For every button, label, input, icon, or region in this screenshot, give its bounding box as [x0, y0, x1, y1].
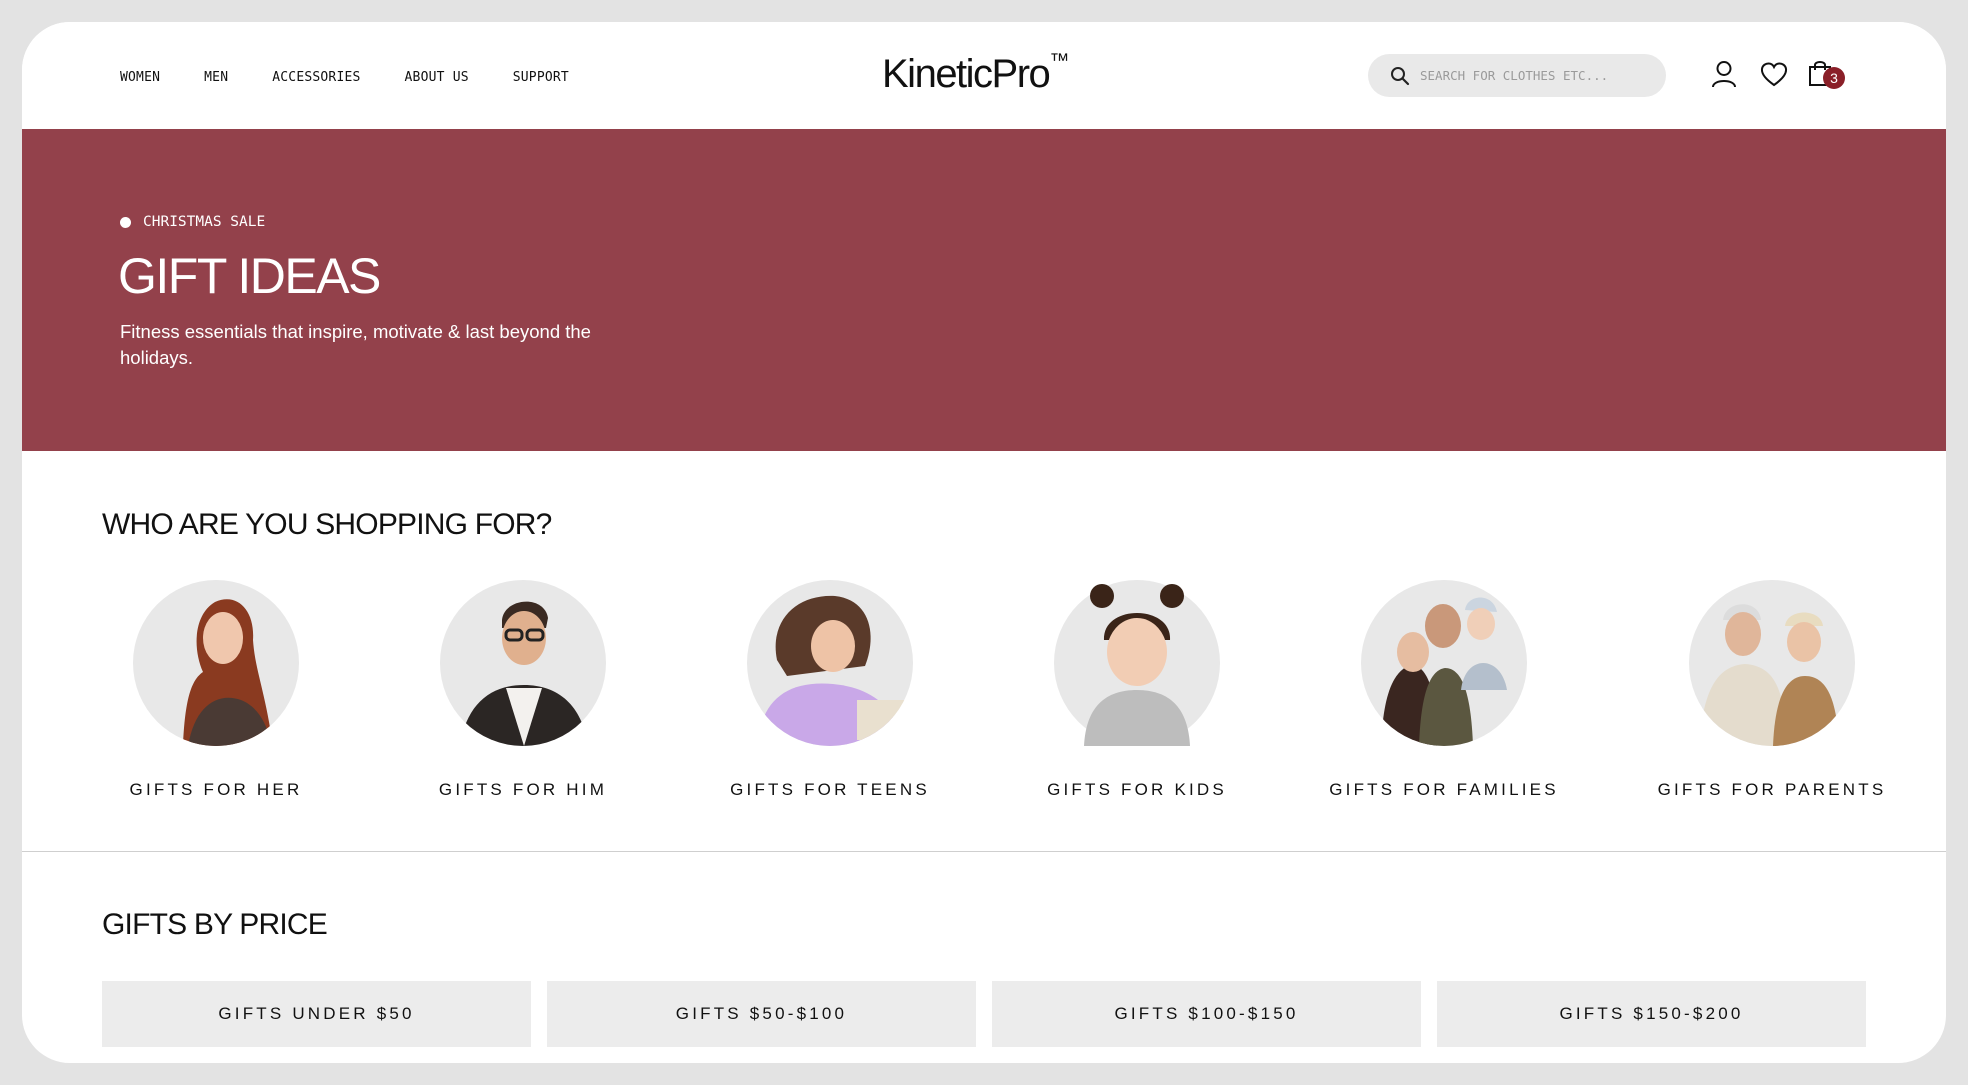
category-photo — [1054, 580, 1220, 746]
search-bar — [1368, 54, 1666, 97]
category-list: GIFTS FOR HER GIFTS FOR HIM GIFTS FOR TE… — [22, 580, 1946, 820]
by-price-heading: GIFTS BY PRICE — [102, 908, 328, 941]
category-label: GIFTS FOR HIM — [438, 780, 608, 799]
search-icon — [1391, 66, 1410, 85]
brand-logo[interactable]: KineticPro™ — [882, 50, 1070, 97]
account-icon[interactable] — [1711, 60, 1737, 88]
heart-icon[interactable] — [1760, 62, 1788, 87]
price-50-100-button[interactable]: GIFTS $50-$100 — [547, 981, 976, 1047]
nav-women[interactable]: WOMEN — [120, 70, 160, 85]
price-150-200-button[interactable]: GIFTS $150-$200 — [1437, 981, 1866, 1047]
category-label: GIFTS FOR HER — [129, 780, 303, 799]
category-gifts-for-kids[interactable]: GIFTS FOR KIDS — [1007, 580, 1267, 800]
category-gifts-for-her[interactable]: GIFTS FOR HER — [86, 580, 346, 800]
category-photo — [747, 580, 913, 746]
category-photo — [133, 580, 299, 746]
nav-men[interactable]: MEN — [204, 70, 228, 85]
hero-subtitle: Fitness essentials that inspire, motivat… — [120, 321, 591, 368]
page-frame: WOMEN MEN ACCESSORIES ABOUT US SUPPORT K… — [22, 22, 1946, 1063]
nav-accessories[interactable]: ACCESSORIES — [272, 70, 360, 85]
category-photo — [440, 580, 606, 746]
category-label: GIFTS FOR TEENS — [730, 780, 930, 799]
category-gifts-for-families[interactable]: GIFTS FOR FAMILIES — [1314, 580, 1574, 800]
category-photo — [1361, 580, 1527, 746]
category-gifts-for-him[interactable]: GIFTS FOR HIM — [393, 580, 653, 800]
site-header: WOMEN MEN ACCESSORIES ABOUT US SUPPORT K… — [22, 22, 1946, 129]
search-input[interactable] — [1418, 67, 1652, 84]
category-gifts-for-parents[interactable]: GIFTS FOR PARENTS — [1642, 580, 1902, 800]
shopping-for-heading: WHO ARE YOU SHOPPING FOR? — [102, 508, 552, 541]
hero-banner: CHRISTMAS SALE GIFT IDEAS Fitness essent… — [22, 129, 1946, 451]
hero-eyebrow: CHRISTMAS SALE — [120, 214, 265, 230]
nav-support[interactable]: SUPPORT — [513, 70, 569, 85]
logo-text: KineticPro — [882, 52, 1051, 96]
nav-about-us[interactable]: ABOUT US — [405, 70, 469, 85]
category-label: GIFTS FOR KIDS — [1047, 780, 1227, 799]
price-100-150-button[interactable]: GIFTS $100-$150 — [992, 981, 1421, 1047]
category-label: GIFTS FOR PARENTS — [1657, 780, 1887, 799]
price-under-50-button[interactable]: GIFTS UNDER $50 — [102, 981, 531, 1047]
cart-count-badge: 3 — [1823, 67, 1845, 89]
hero-title: GIFT IDEAS — [118, 248, 381, 304]
category-label: GIFTS FOR FAMILIES — [1329, 780, 1559, 799]
bullet-dot — [120, 216, 131, 228]
eyebrow-text: CHRISTMAS SALE — [143, 214, 266, 230]
section-divider — [22, 851, 1946, 852]
category-gifts-for-teens[interactable]: GIFTS FOR TEENS — [700, 580, 960, 800]
price-options: GIFTS UNDER $50 GIFTS $50-$100 GIFTS $10… — [102, 981, 1866, 1047]
trademark-mark: ™ — [1049, 50, 1070, 72]
main-nav: WOMEN MEN ACCESSORIES ABOUT US SUPPORT — [120, 70, 569, 85]
category-photo — [1689, 580, 1855, 746]
